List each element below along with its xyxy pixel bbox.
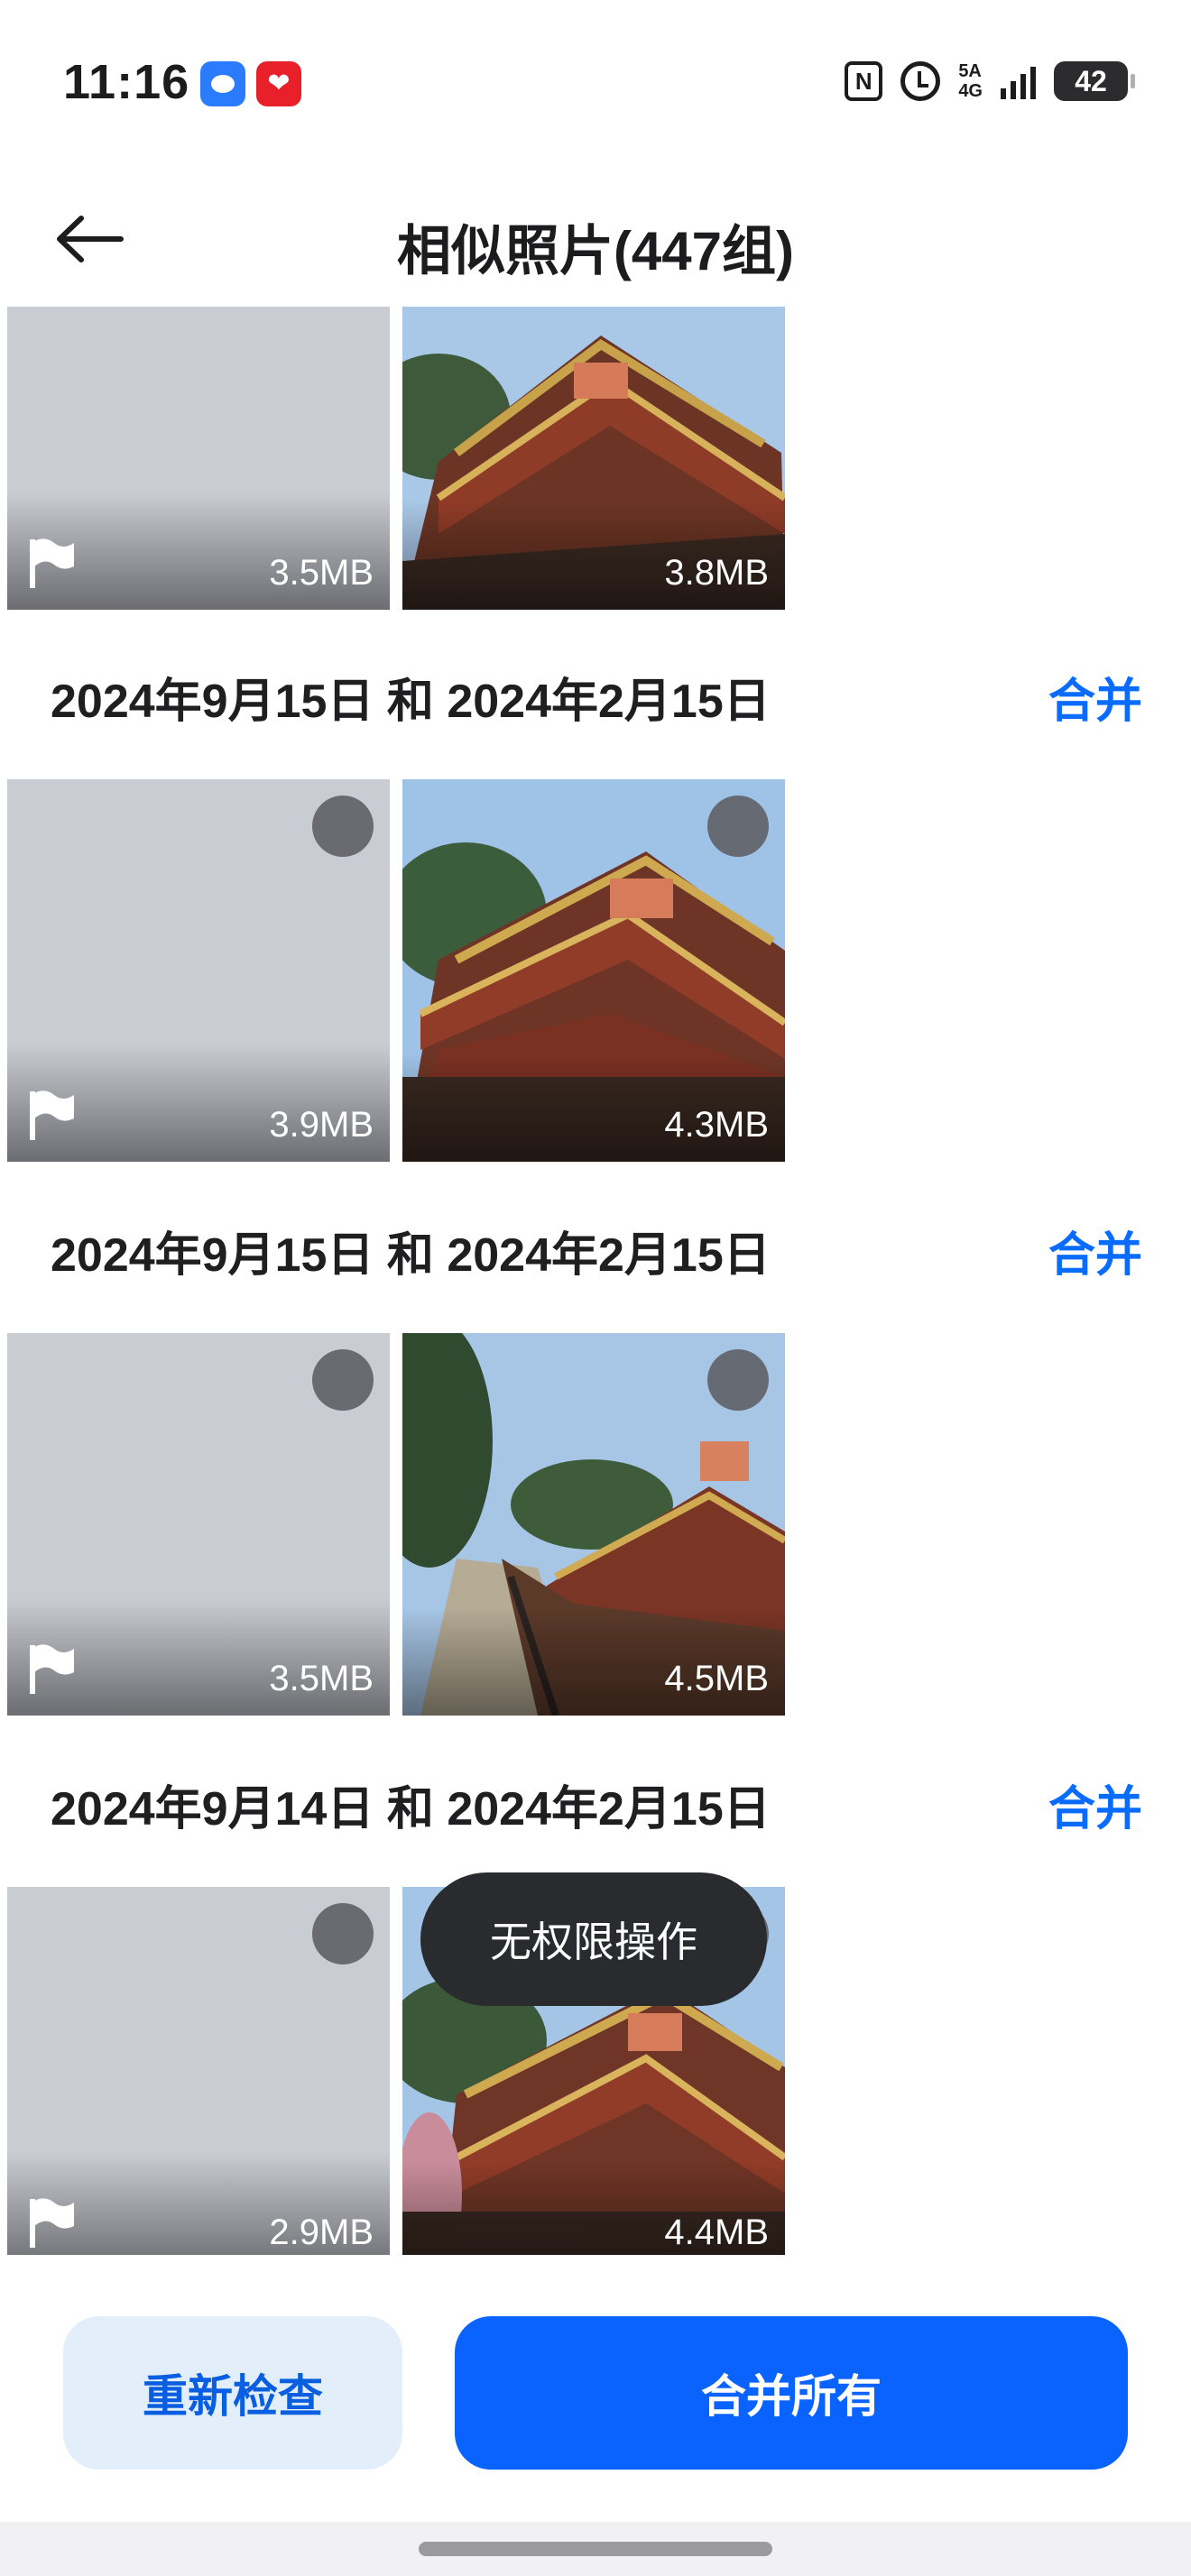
merge-all-button[interactable]: 合并所有	[455, 2316, 1128, 2470]
photo-thumbnail[interactable]: 4.3MB	[402, 779, 785, 1162]
photo-thumbnail[interactable]: 3.5MB	[7, 307, 390, 610]
network-4g: 4G	[958, 81, 983, 101]
heart-app-icon: ❤	[256, 61, 301, 106]
photo-size: 3.5MB	[269, 553, 374, 593]
alarm-icon	[900, 61, 941, 101]
toast-message: 无权限操作	[420, 1872, 767, 2006]
photo-size: 3.8MB	[664, 553, 769, 593]
group-header: 2024年9月15日 和 2024年2月15日 合并	[51, 1196, 1142, 1304]
bottom-action-bar: 重新检查 合并所有	[0, 2255, 1191, 2535]
group-header: 2024年9月14日 和 2024年2月15日 合并	[51, 1750, 1142, 1858]
status-time: 11:16	[63, 55, 190, 109]
app-bar: 相似照片(447组)	[0, 171, 1191, 307]
network-5a: 5A	[958, 61, 982, 81]
signal-icon	[1001, 63, 1036, 99]
system-nav-bar	[0, 2522, 1191, 2576]
battery-level: 42	[1075, 64, 1107, 97]
merge-button[interactable]: 合并	[1048, 663, 1142, 731]
photo-size: 4.3MB	[664, 1105, 769, 1145]
nfc-icon: N	[845, 61, 883, 101]
photo-thumbnail[interactable]: 2.9MB	[7, 1887, 390, 2255]
select-checkbox[interactable]	[312, 1349, 374, 1411]
merge-button[interactable]: 合并	[1048, 1771, 1142, 1838]
select-checkbox[interactable]	[707, 1349, 769, 1411]
photo-thumbnail[interactable]: 3.5MB	[7, 1333, 390, 1716]
photo-size: 2.9MB	[269, 2213, 374, 2252]
merge-button[interactable]: 合并	[1048, 1217, 1142, 1284]
group-date: 2024年9月15日 和 2024年2月15日	[51, 675, 771, 728]
home-indicator[interactable]	[419, 2542, 772, 2556]
select-checkbox[interactable]	[707, 796, 769, 857]
flag-icon	[30, 1644, 74, 1694]
battery-icon: 42	[1054, 61, 1135, 101]
flag-icon	[30, 538, 74, 588]
group-date: 2024年9月14日 和 2024年2月15日	[51, 1782, 771, 1835]
select-checkbox[interactable]	[312, 1903, 374, 1964]
status-bar: 11:16 ❤ N 5A 4G 42	[0, 0, 1191, 171]
photo-thumbnail[interactable]: 4.5MB	[402, 1333, 785, 1716]
page-title: 相似照片(447组)	[396, 221, 795, 281]
photo-thumbnail[interactable]: 3.9MB	[7, 779, 390, 1162]
flag-icon	[30, 2198, 74, 2248]
photo-size: 3.9MB	[269, 1105, 374, 1145]
network-type: 5A 4G	[958, 61, 983, 101]
flag-icon	[30, 1090, 74, 1140]
photo-size: 3.5MB	[269, 1659, 374, 1698]
recheck-button[interactable]: 重新检查	[63, 2316, 402, 2470]
group-header: 2024年9月15日 和 2024年2月15日 合并	[51, 642, 1142, 750]
photo-size: 4.4MB	[664, 2213, 769, 2252]
photo-thumbnail[interactable]: 3.8MB	[402, 307, 785, 610]
message-icon	[200, 61, 245, 106]
group-date: 2024年9月15日 和 2024年2月15日	[51, 1228, 771, 1282]
select-checkbox[interactable]	[312, 796, 374, 857]
photo-size: 4.5MB	[664, 1659, 769, 1698]
